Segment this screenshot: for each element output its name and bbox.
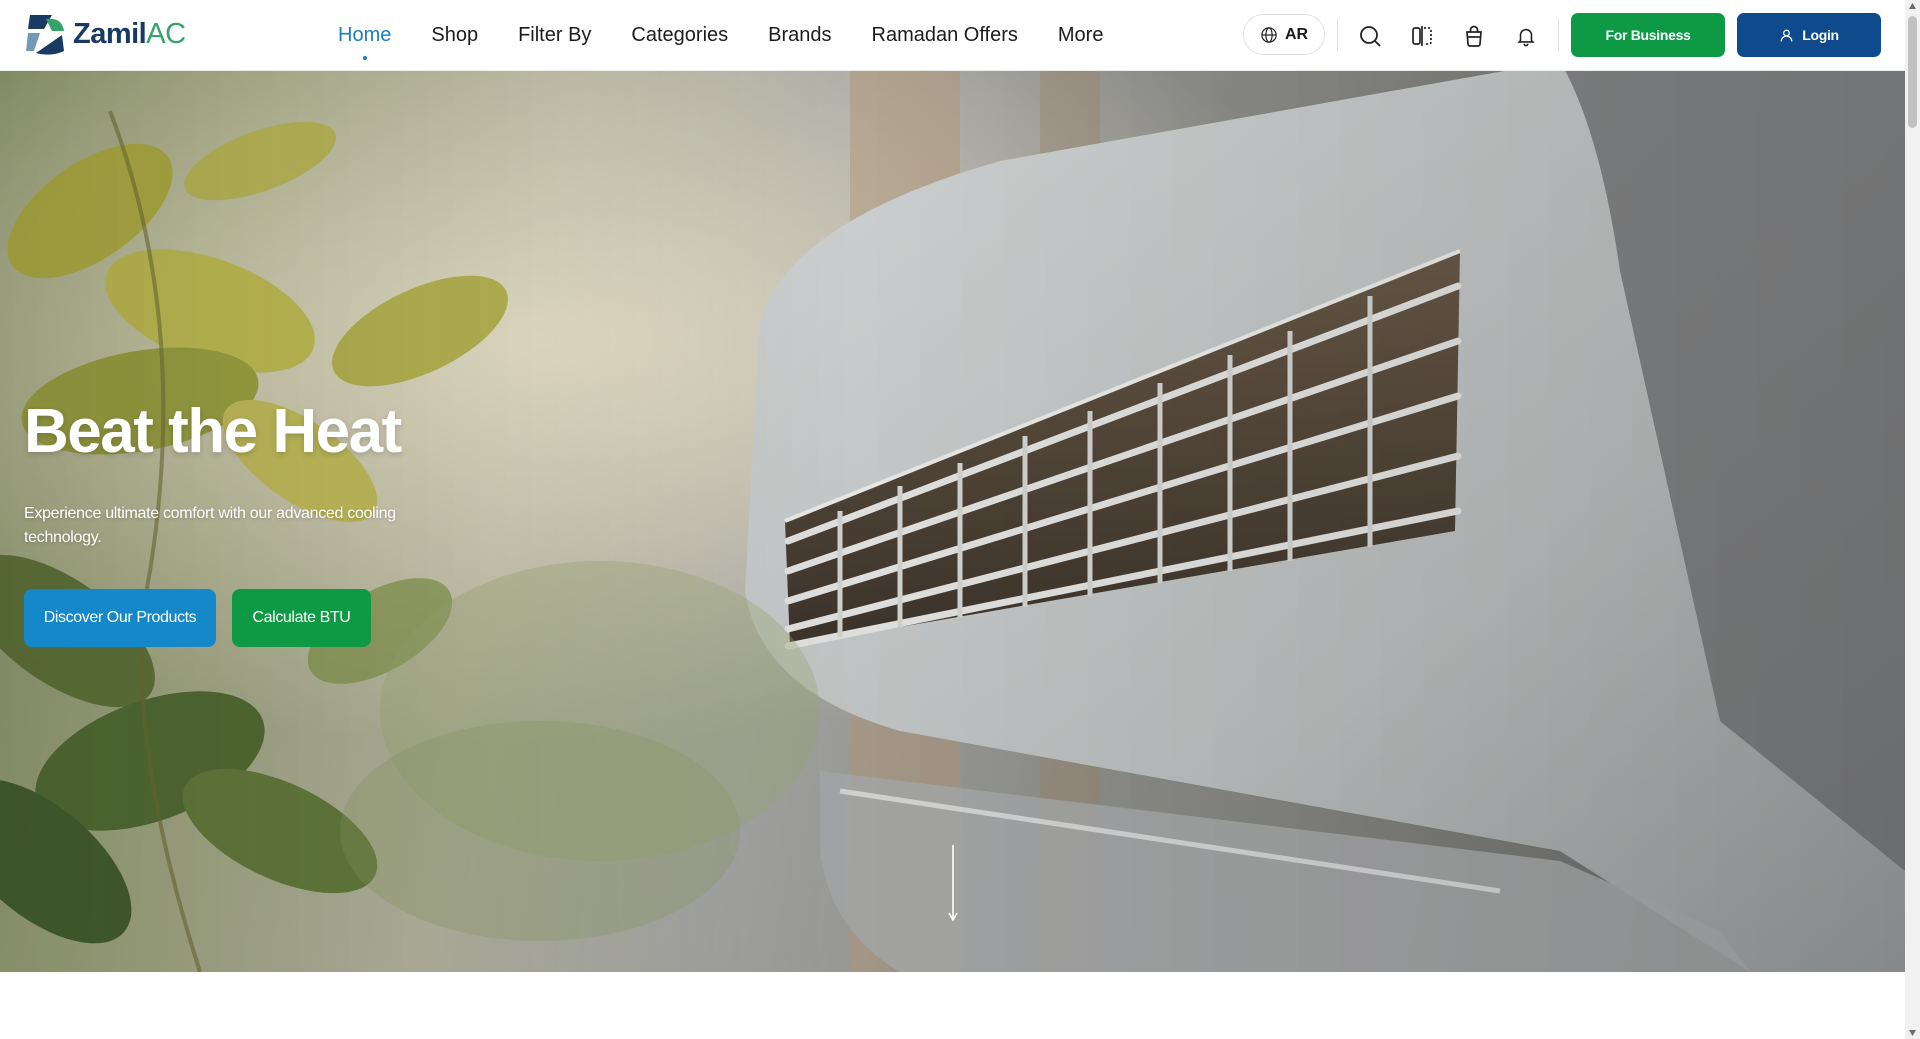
active-indicator (362, 56, 367, 60)
cart-button[interactable] (1458, 20, 1490, 52)
brand-logo[interactable]: ZamilAC (22, 11, 186, 57)
hero-title: Beat the Heat (24, 397, 402, 466)
nav-item-home[interactable]: Home (338, 0, 411, 71)
for-business-button[interactable]: For Business (1571, 13, 1725, 57)
login-button[interactable]: Login (1737, 13, 1881, 57)
page-scrollbar[interactable] (1905, 0, 1920, 1039)
nav-item-more[interactable]: More (1038, 0, 1124, 71)
scroll-down-small-arrow-icon[interactable] (1909, 1030, 1916, 1036)
brand-wordmark: ZamilAC (73, 17, 186, 50)
bell-icon (1517, 28, 1535, 47)
discover-products-button[interactable]: Discover Our Products (24, 589, 216, 647)
nav-item-brands[interactable]: Brands (748, 0, 851, 71)
header-divider (1558, 19, 1559, 51)
compare-icon (1412, 26, 1432, 46)
login-label: Login (1802, 27, 1839, 43)
cart-bag-icon (1466, 25, 1482, 47)
logo-mark-icon (26, 15, 64, 55)
site-header: ZamilAC Home Shop Filter By Categories B… (0, 0, 1905, 71)
compare-button[interactable] (1406, 20, 1438, 52)
language-switch-button[interactable]: AR (1243, 14, 1325, 55)
hero-subtitle: Experience ultimate comfort with our adv… (24, 505, 396, 546)
globe-icon (1261, 26, 1277, 43)
nav-item-ramadan-offers[interactable]: Ramadan Offers (852, 0, 1038, 71)
nav-item-shop[interactable]: Shop (411, 0, 498, 71)
nav-item-filter-by[interactable]: Filter By (498, 0, 611, 71)
nav-item-categories[interactable]: Categories (611, 0, 748, 71)
search-button[interactable] (1354, 20, 1386, 52)
scroll-up-arrow-icon[interactable] (1909, 3, 1916, 9)
main-nav: Home Shop Filter By Categories Brands Ra… (338, 0, 1123, 71)
header-divider (1337, 19, 1338, 51)
search-icon (1360, 26, 1381, 47)
notifications-button[interactable] (1510, 20, 1542, 52)
scroll-down-arrow-icon[interactable] (947, 843, 959, 923)
language-label: AR (1284, 25, 1309, 43)
user-icon (1780, 29, 1793, 42)
calculate-btu-button[interactable]: Calculate BTU (232, 589, 371, 647)
hero-banner: Beat the Heat Experience ultimate comfor… (0, 71, 1905, 972)
scrollbar-thumb[interactable] (1908, 16, 1917, 128)
